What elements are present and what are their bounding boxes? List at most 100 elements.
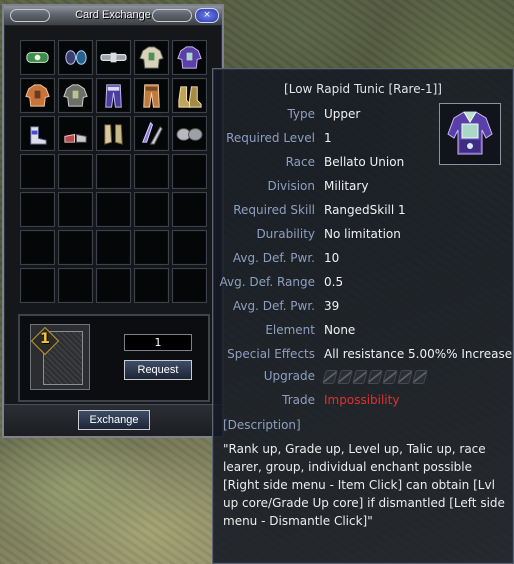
stat-value: None	[324, 323, 356, 337]
stat-value: Bellato Union	[324, 155, 405, 169]
inventory-slot[interactable]	[172, 78, 207, 113]
stat-label: Special Effects	[227, 347, 315, 361]
boots-white-icon	[30, 126, 47, 145]
trade-value: Impossibility	[324, 393, 400, 407]
inventory-slot-empty[interactable]	[96, 230, 131, 265]
shoes-red-icon	[64, 133, 87, 143]
stat-value: RangedSkill 1	[324, 203, 406, 217]
inventory-slot[interactable]	[20, 116, 55, 151]
stat-row: Avg. Def. Pwr. 10	[213, 251, 514, 269]
stat-value: 1	[324, 131, 332, 145]
inventory-slot[interactable]	[20, 78, 55, 113]
stat-value: Upper	[324, 107, 361, 121]
stat-label: Avg. Def. Pwr.	[232, 299, 315, 313]
inventory-slot-empty[interactable]	[134, 268, 169, 303]
inventory-slot[interactable]	[134, 40, 169, 75]
inventory-slot[interactable]	[96, 116, 131, 151]
boots-gold-icon	[178, 86, 202, 108]
inventory-slot-empty[interactable]	[20, 154, 55, 189]
upgrade-slot-icon	[382, 370, 398, 384]
stat-row: Durability No limitation	[213, 227, 514, 245]
inventory-slot[interactable]	[134, 78, 169, 113]
request-panel: 1 1 Request	[18, 314, 210, 402]
stat-row: Required Skill RangedSkill 1	[213, 203, 514, 221]
stat-label: Race	[285, 155, 315, 169]
quantity-input[interactable]: 1	[124, 334, 192, 351]
inventory-slot[interactable]	[172, 116, 207, 151]
card-exchange-window: Card Exchange × 1 1 Request Exchange	[2, 4, 224, 438]
inventory-slot[interactable]	[58, 78, 93, 113]
stat-value: 39	[324, 299, 340, 313]
inventory-slot-empty[interactable]	[58, 268, 93, 303]
stat-label: Type	[287, 107, 315, 121]
inventory-slot-empty[interactable]	[58, 192, 93, 227]
upgrade-slot-icon	[412, 370, 428, 384]
upgrade-slot-icon	[367, 370, 383, 384]
upgrade-slot-icon	[337, 370, 353, 384]
armor-purple-icon	[177, 46, 202, 69]
upgrade-slots	[322, 370, 428, 384]
stat-row: Element None	[213, 323, 514, 341]
inventory-grid	[20, 40, 207, 303]
armor-grey-icon	[63, 84, 88, 107]
inventory-slot[interactable]	[58, 40, 93, 75]
gloves-icon	[104, 124, 123, 145]
inventory-slot-empty[interactable]	[172, 192, 207, 227]
stat-label: Element	[265, 323, 315, 337]
stat-label: Division	[267, 179, 315, 193]
trade-row: Trade Impossibility	[213, 393, 514, 411]
inventory-slot-empty[interactable]	[20, 230, 55, 265]
inventory-slot[interactable]	[96, 40, 131, 75]
inventory-slot-empty[interactable]	[58, 154, 93, 189]
stat-row: Required Level 1	[213, 131, 514, 149]
shoulder-icon	[176, 128, 203, 141]
inventory-slot[interactable]	[96, 78, 131, 113]
inventory-slot[interactable]	[58, 116, 93, 151]
inventory-slot[interactable]	[134, 116, 169, 151]
title-ornament-icon	[152, 9, 192, 22]
item-tooltip: [Low Rapid Tunic [Rare-1]] Type Upper Requ…	[212, 68, 514, 564]
stat-label: Durability	[256, 227, 315, 241]
armor-orange-icon	[25, 84, 50, 107]
inventory-slot-empty[interactable]	[134, 192, 169, 227]
inventory-slot-empty[interactable]	[96, 154, 131, 189]
inventory-slot-empty[interactable]	[20, 192, 55, 227]
exchange-button[interactable]: Exchange	[78, 410, 150, 430]
stat-label: Required Skill	[233, 203, 315, 217]
pants-purple-icon	[105, 84, 122, 108]
inventory-slot-empty[interactable]	[20, 268, 55, 303]
upgrade-slot-icon	[397, 370, 413, 384]
stat-label: Avg. Def. Range	[219, 275, 316, 289]
description-label: [Description]	[223, 418, 301, 432]
close-button[interactable]: ×	[195, 8, 219, 23]
inventory-slot[interactable]	[172, 40, 207, 75]
stat-row: Race Bellato Union	[213, 155, 514, 173]
bracelet-icon	[26, 52, 49, 63]
stat-value: Military	[324, 179, 369, 193]
stat-row: Type Upper	[213, 107, 514, 125]
inventory-slot-empty[interactable]	[96, 192, 131, 227]
trade-label: Trade	[282, 393, 315, 407]
inventory-slot[interactable]	[20, 40, 55, 75]
belt-icon	[100, 52, 127, 63]
request-button[interactable]: Request	[124, 360, 192, 380]
inventory-slot-empty[interactable]	[172, 154, 207, 189]
stat-row: Avg. Def. Pwr. 39	[213, 299, 514, 317]
inventory-slot-empty[interactable]	[58, 230, 93, 265]
inventory-slot-empty[interactable]	[134, 154, 169, 189]
stat-value: No limitation	[324, 227, 401, 241]
description-text: "Rank up, Grade up, Level up, Talic up, …	[223, 442, 505, 528]
inventory-slot-empty[interactable]	[172, 268, 207, 303]
inventory-slot-empty[interactable]	[96, 268, 131, 303]
inventory-slot-empty[interactable]	[172, 230, 207, 265]
stat-value: 10	[324, 251, 340, 265]
armor-white-icon	[139, 46, 164, 69]
upgrade-row: Upgrade	[213, 369, 514, 387]
stat-label: Avg. Def. Pwr.	[232, 251, 315, 265]
stat-label: Required Level	[226, 131, 315, 145]
upgrade-slot-icon	[322, 370, 338, 384]
card-slot[interactable]: 1	[30, 324, 90, 390]
card-count: 1	[40, 331, 50, 347]
title-bar[interactable]: Card Exchange ×	[4, 6, 222, 26]
inventory-slot-empty[interactable]	[134, 230, 169, 265]
